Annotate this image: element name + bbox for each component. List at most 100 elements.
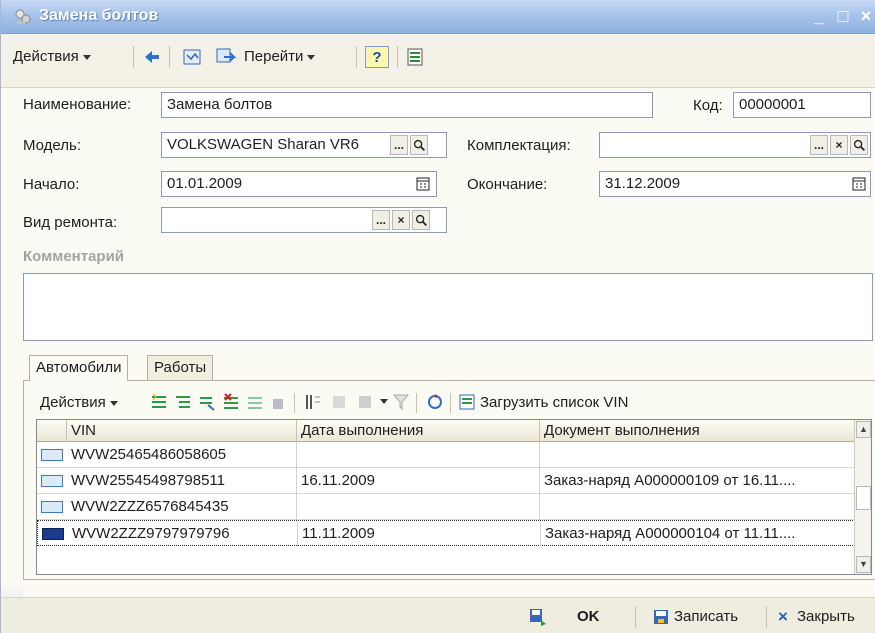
vin-table: VIN Дата выполнения Документ выполнения … xyxy=(36,419,872,575)
table-row[interactable]: WVW25545498798511 16.11.2009 Заказ-наряд… xyxy=(37,468,855,494)
start-date-value: 01.01.2009 xyxy=(167,175,243,192)
help-button[interactable]: ? xyxy=(365,46,389,68)
cell-document[interactable] xyxy=(540,494,855,520)
column-header-vin[interactable]: VIN xyxy=(67,420,297,442)
table-header: VIN Дата выполнения Документ выполнения xyxy=(37,420,855,442)
repair-type-field[interactable]: ... × xyxy=(161,207,447,233)
tab-cars[interactable]: Автомобили xyxy=(29,355,129,381)
cell-vin[interactable]: WVW25545498798511 xyxy=(67,468,297,494)
complect-select-button[interactable]: ... xyxy=(810,135,828,155)
table-row[interactable]: WVW2ZZZ6576845435 xyxy=(37,494,855,520)
code-label: Код: xyxy=(693,97,723,114)
close-window-button[interactable]: × xyxy=(854,4,875,28)
comment-field[interactable] xyxy=(23,273,873,341)
cell-date[interactable] xyxy=(297,494,540,520)
magnifier-icon[interactable] xyxy=(410,135,428,155)
cell-vin[interactable]: WVW2ZZZ9797979796 xyxy=(68,521,298,547)
chevron-down-icon[interactable] xyxy=(380,399,388,404)
table-row[interactable]: WVW25465486058605 xyxy=(37,442,855,468)
comment-label: Комментарий xyxy=(23,248,125,265)
window-title: Замена болтов xyxy=(39,7,159,24)
cell-date[interactable]: 11.11.2009 xyxy=(298,521,541,547)
calendar-icon[interactable] xyxy=(414,174,432,194)
name-field[interactable]: Замена болтов xyxy=(161,92,653,118)
column-header-document[interactable]: Документ выполнения xyxy=(540,420,855,442)
floppy-disk-icon[interactable] xyxy=(651,606,671,628)
maximize-button[interactable]: □ xyxy=(831,4,855,28)
complect-field[interactable]: ... × xyxy=(599,132,871,158)
scroll-thumb[interactable] xyxy=(856,486,871,510)
cell-document[interactable]: Заказ-наряд А000000109 от 16.11.... xyxy=(540,468,855,494)
name-label: Наименование: xyxy=(23,96,132,113)
delete-row-icon[interactable] xyxy=(222,393,240,411)
back-arrow-icon[interactable] xyxy=(141,46,163,68)
minimize-button[interactable]: _ xyxy=(807,4,831,28)
chevron-down-icon xyxy=(307,54,316,60)
load-list-icon[interactable] xyxy=(458,393,476,411)
ok-button[interactable]: OK xyxy=(577,606,600,628)
vertical-scrollbar[interactable]: ▲ ▼ xyxy=(854,420,871,574)
save-and-close-icon[interactable] xyxy=(527,606,549,628)
footer-divider xyxy=(635,606,636,628)
end-date-value: 31.12.2009 xyxy=(605,175,681,192)
column-header-date[interactable]: Дата выполнения xyxy=(297,420,540,442)
repair-type-select-button[interactable]: ... xyxy=(372,210,390,230)
cars-tab-panel: Действия Загрузить список VIN VIN Дата в… xyxy=(23,380,875,580)
filter-menu-icon[interactable] xyxy=(356,393,374,411)
repair-type-label: Вид ремонта: xyxy=(23,214,118,231)
clear-filter-icon[interactable] xyxy=(392,393,410,411)
end-label: Окончание: xyxy=(467,176,548,193)
tab-actions-menu-button[interactable]: Действия xyxy=(40,391,118,415)
magnifier-icon[interactable] xyxy=(850,135,868,155)
row-icon xyxy=(41,501,63,513)
save-button[interactable]: Записать xyxy=(674,606,738,628)
sort-icon[interactable] xyxy=(304,393,322,411)
actions-menu-button[interactable]: Действия xyxy=(13,46,91,68)
goto-icon[interactable] xyxy=(214,46,238,68)
copy-row-icon[interactable] xyxy=(198,393,216,411)
repair-type-clear-button[interactable]: × xyxy=(392,210,410,230)
cell-vin[interactable]: WVW25465486058605 xyxy=(67,442,297,468)
close-button[interactable]: Закрыть xyxy=(797,606,855,628)
scroll-down-button[interactable]: ▼ xyxy=(856,556,871,573)
list-settings-icon[interactable] xyxy=(405,46,425,68)
add-row-icon[interactable] xyxy=(150,393,168,411)
complect-clear-button[interactable]: × xyxy=(830,135,848,155)
title-bar[interactable]: Замена болтов _ □ × xyxy=(1,0,875,34)
goto-menu-button[interactable]: Перейти xyxy=(244,46,316,68)
cell-date[interactable] xyxy=(297,442,540,468)
catalog-icon xyxy=(15,9,31,24)
table-row-selected[interactable]: WVW2ZZZ9797979796 11.11.2009 Заказ-наряд… xyxy=(37,520,856,547)
scroll-up-button[interactable]: ▲ xyxy=(856,421,871,438)
cell-vin[interactable]: WVW2ZZZ6576845435 xyxy=(67,494,297,520)
toolbar-divider xyxy=(397,46,398,68)
footer-bar: OK Записать × Закрыть xyxy=(1,597,875,633)
calendar-icon[interactable] xyxy=(850,174,868,194)
start-date-field[interactable]: 01.01.2009 xyxy=(161,171,437,197)
code-field[interactable]: 00000001 xyxy=(733,92,871,118)
row-icon xyxy=(41,449,63,461)
edit-row-icon[interactable] xyxy=(246,393,264,411)
load-vin-list-button[interactable]: Загрузить список VIN xyxy=(480,391,628,415)
row-icon xyxy=(42,528,64,540)
footer-divider xyxy=(766,606,767,628)
structure-icon[interactable] xyxy=(181,46,203,68)
toolbar-divider xyxy=(416,393,417,413)
goto-menu-label: Перейти xyxy=(244,48,304,65)
magnifier-icon[interactable] xyxy=(412,210,430,230)
cell-document[interactable]: Заказ-наряд А000000104 от 11.11.... xyxy=(541,521,856,547)
tab-works[interactable]: Работы xyxy=(147,355,214,381)
cell-date[interactable]: 16.11.2009 xyxy=(297,468,540,494)
model-select-button[interactable]: ... xyxy=(390,135,408,155)
tab-actions-label: Действия xyxy=(40,394,106,411)
end-date-field[interactable]: 31.12.2009 xyxy=(599,171,871,197)
filter-sort-icon[interactable] xyxy=(330,393,348,411)
refresh-icon[interactable] xyxy=(426,393,444,411)
cell-document[interactable] xyxy=(540,442,855,468)
model-field[interactable]: VOLKSWAGEN Sharan VR6 ... xyxy=(161,132,447,158)
close-icon[interactable]: × xyxy=(778,606,788,628)
end-edit-icon[interactable] xyxy=(270,393,288,411)
toolbar-divider xyxy=(356,46,357,68)
add-group-icon[interactable] xyxy=(174,393,192,411)
chevron-down-icon xyxy=(82,54,91,60)
